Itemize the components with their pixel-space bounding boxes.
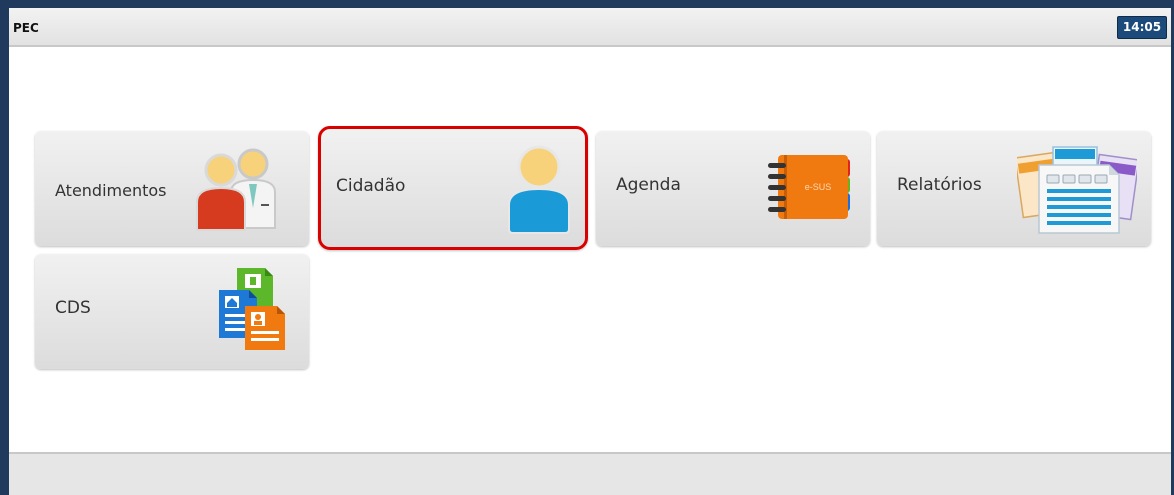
tile-label-cidadao: Cidadão (336, 176, 406, 196)
bottom-bar (9, 452, 1171, 495)
cds-forms-icon (215, 266, 289, 357)
tile-relatorios[interactable]: Relatórios (877, 131, 1151, 246)
agenda-book-icon: e-SUS (766, 153, 856, 228)
tile-label-atendimentos: Atendimentos (55, 181, 167, 200)
tile-label-relatorios: Relatórios (897, 175, 982, 195)
tile-agenda[interactable]: Agenda e-SUS (596, 131, 870, 246)
app-window-frame (0, 0, 1174, 495)
tile-cidadao[interactable]: Cidadão (318, 126, 588, 250)
app-title: PEC (13, 21, 39, 35)
clock-badge: 14:05 (1117, 16, 1167, 39)
agenda-icon-text: e-SUS (805, 182, 832, 192)
professionals-icon (193, 146, 285, 237)
tile-cds[interactable]: CDS (35, 254, 309, 369)
citizen-person-icon (501, 143, 577, 240)
tile-label-cds: CDS (55, 298, 91, 318)
top-bar: PEC 14:05 (9, 8, 1171, 47)
reports-documents-icon (1014, 143, 1140, 240)
tile-atendimentos[interactable]: Atendimentos (35, 131, 309, 246)
tile-label-agenda: Agenda (616, 175, 681, 195)
